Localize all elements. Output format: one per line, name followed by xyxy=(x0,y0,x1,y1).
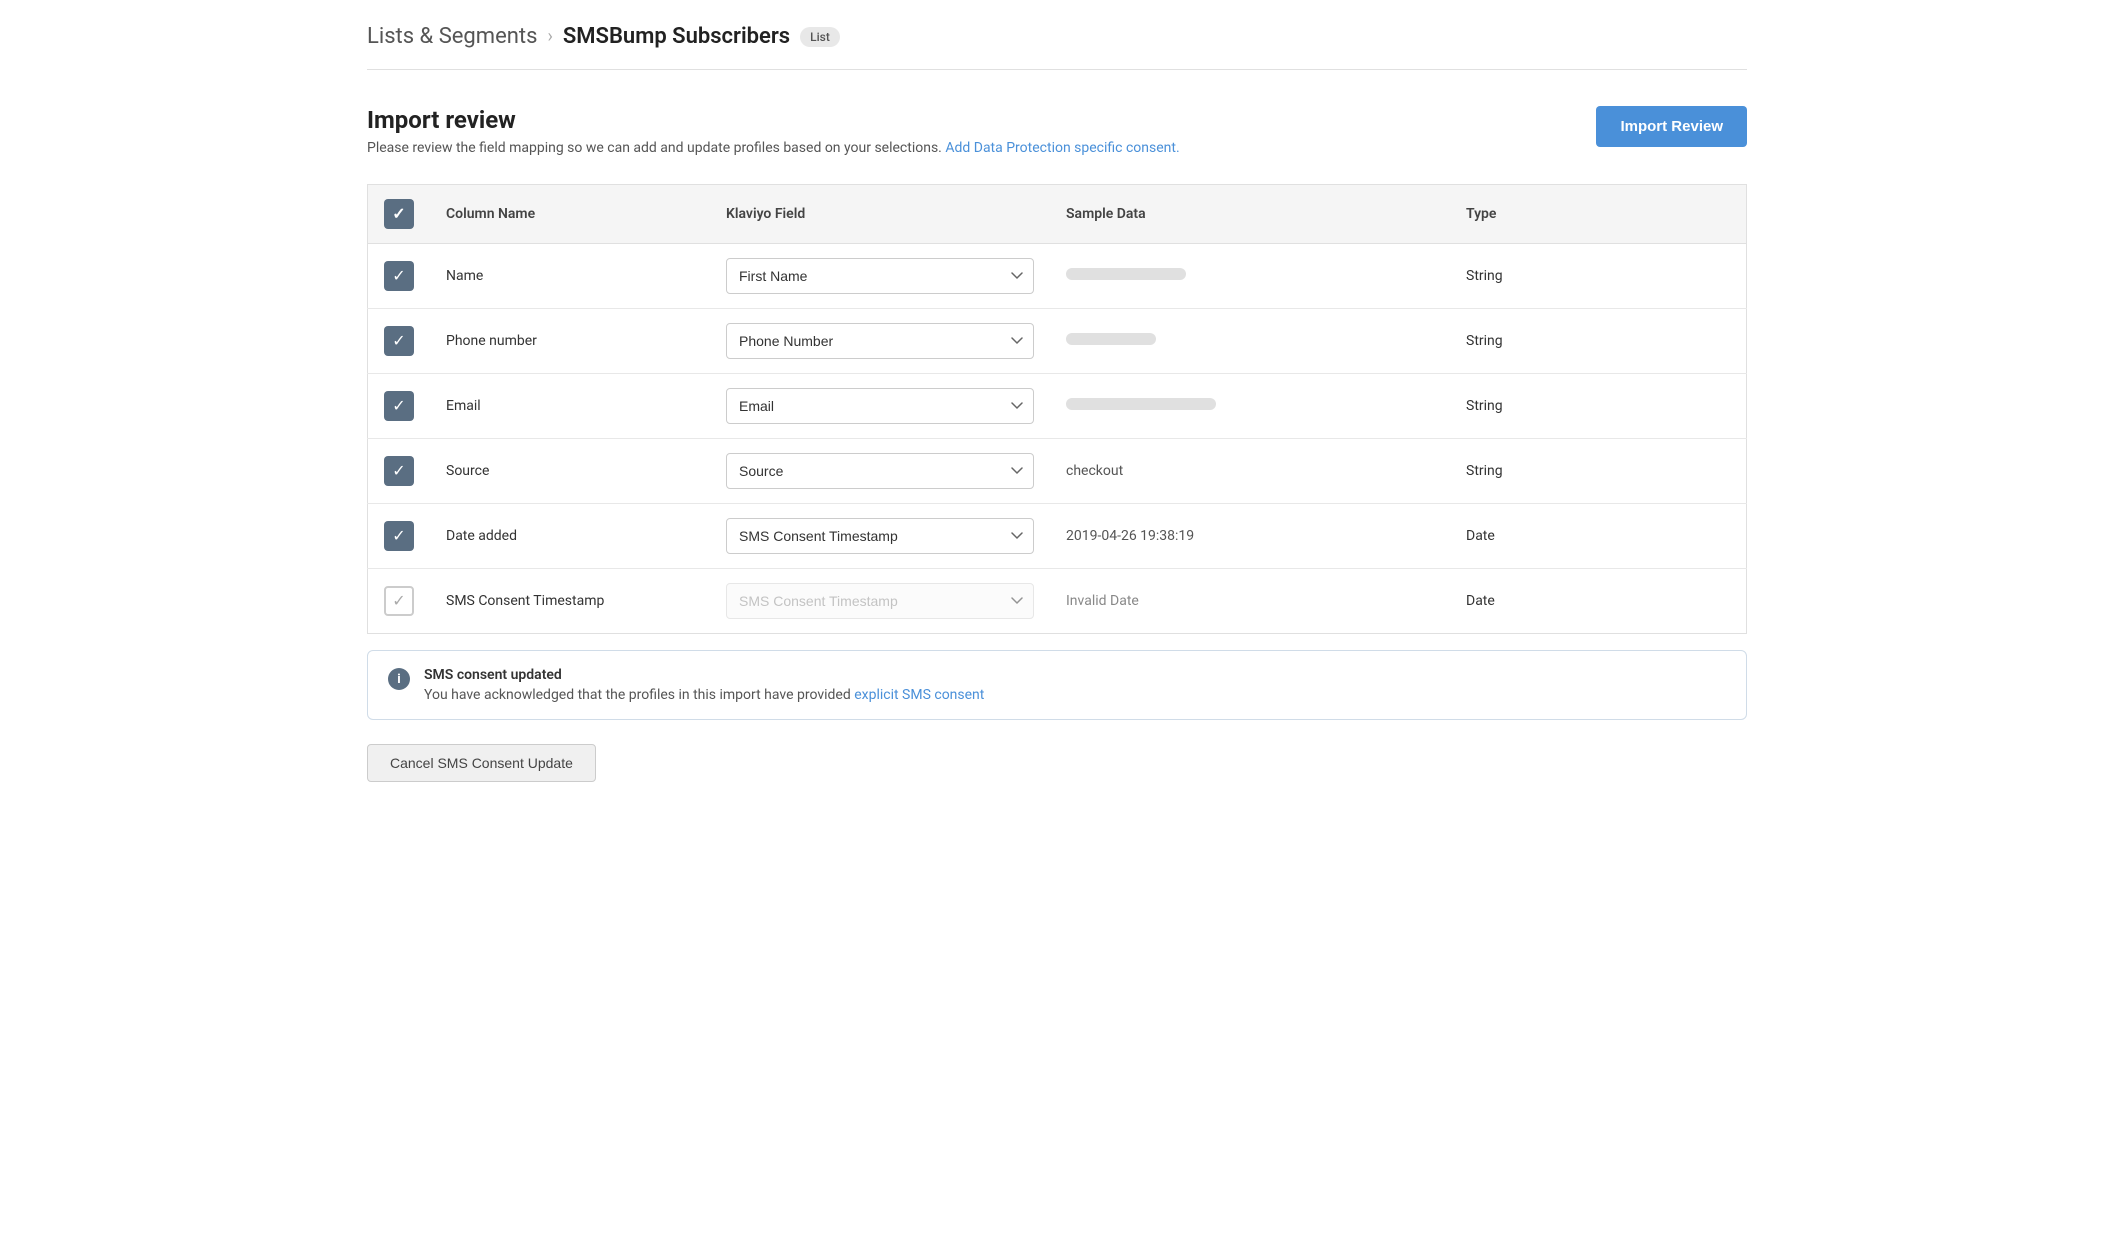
klaviyo-field-cell-0: First NameLast NameEmailPhone NumberSour… xyxy=(710,244,1050,309)
breadcrumb-separator: › xyxy=(547,26,552,47)
breadcrumb-current: SMSBump Subscribers xyxy=(563,24,790,49)
type-cell-5: Date xyxy=(1450,569,1747,634)
info-text: You have acknowledged that the profiles … xyxy=(424,687,984,703)
sample-data-cell-3: checkout xyxy=(1050,439,1450,504)
klaviyo-field-select-5[interactable]: First NameLast NameEmailPhone NumberSour… xyxy=(726,583,1034,619)
info-box: i SMS consent updated You have acknowled… xyxy=(367,650,1747,720)
row-checkbox-5[interactable]: ✓ xyxy=(384,586,414,616)
sample-text-4: 2019-04-26 19:38:19 xyxy=(1066,528,1194,544)
checkmark-1: ✓ xyxy=(392,333,405,349)
table-row: ✓ Name First NameLast NameEmailPhone Numbe… xyxy=(368,244,1747,309)
sample-data-cell-4: 2019-04-26 19:38:19 xyxy=(1050,504,1450,569)
cancel-sms-consent-button[interactable]: Cancel SMS Consent Update xyxy=(367,744,596,782)
row-checkbox-2[interactable]: ✓ xyxy=(384,391,414,421)
row-checkbox-cell-2: ✓ xyxy=(368,374,431,439)
klaviyo-field-cell-2: First NameLast NameEmailPhone NumberSour… xyxy=(710,374,1050,439)
row-checkbox-0[interactable]: ✓ xyxy=(384,261,414,291)
table-header-column-name: Column Name xyxy=(430,185,710,244)
column-name-cell-4: Date added xyxy=(430,504,710,569)
klaviyo-field-cell-4: First NameLast NameEmailPhone NumberSour… xyxy=(710,504,1050,569)
table-row: ✓ SMS Consent Timestamp First NameLast Nam… xyxy=(368,569,1747,634)
import-review-button[interactable]: Import Review xyxy=(1596,106,1747,147)
klaviyo-field-cell-5: First NameLast NameEmailPhone NumberSour… xyxy=(710,569,1050,634)
table-header-klaviyo-field: Klaviyo Field xyxy=(710,185,1050,244)
row-checkbox-cell-5: ✓ xyxy=(368,569,431,634)
breadcrumb: Lists & Segments › SMSBump Subscribers L… xyxy=(367,24,1747,70)
explicit-consent-link[interactable]: explicit SMS consent xyxy=(854,687,984,703)
checkmark-2: ✓ xyxy=(392,398,405,414)
sample-placeholder-1 xyxy=(1066,333,1156,345)
klaviyo-field-cell-1: First NameLast NameEmailPhone NumberSour… xyxy=(710,309,1050,374)
data-protection-link[interactable]: Add Data Protection specific consent. xyxy=(945,140,1179,156)
checkmark-4: ✓ xyxy=(392,528,405,544)
info-content: SMS consent updated You have acknowledge… xyxy=(424,667,984,703)
sample-data-cell-5: Invalid Date xyxy=(1050,569,1450,634)
table-row: ✓ Source First NameLast NameEmailPhone Num… xyxy=(368,439,1747,504)
sample-text-3: checkout xyxy=(1066,463,1123,479)
header-left: Import review Please review the field ma… xyxy=(367,106,1180,156)
table-header-check: ✓ xyxy=(368,185,431,244)
row-checkbox-cell-4: ✓ xyxy=(368,504,431,569)
sample-data-cell-2 xyxy=(1050,374,1450,439)
table-header-sample-data: Sample Data xyxy=(1050,185,1450,244)
checkmark-5: ✓ xyxy=(392,593,405,609)
header-checkmark: ✓ xyxy=(392,206,405,222)
type-cell-1: String xyxy=(1450,309,1747,374)
column-name-cell-1: Phone number xyxy=(430,309,710,374)
row-checkbox-cell-0: ✓ xyxy=(368,244,431,309)
breadcrumb-parent-link[interactable]: Lists & Segments xyxy=(367,24,537,49)
type-cell-3: String xyxy=(1450,439,1747,504)
column-name-cell-2: Email xyxy=(430,374,710,439)
table-header-type: Type xyxy=(1450,185,1747,244)
checkmark-0: ✓ xyxy=(392,268,405,284)
sample-data-cell-0 xyxy=(1050,244,1450,309)
breadcrumb-badge: List xyxy=(800,27,840,47)
header-checkbox[interactable]: ✓ xyxy=(384,199,414,229)
row-checkbox-cell-3: ✓ xyxy=(368,439,431,504)
table-row: ✓ Phone number First NameLast NameEmailPho… xyxy=(368,309,1747,374)
table-row: ✓ Email First NameLast NameEmailPhone Numb… xyxy=(368,374,1747,439)
mapping-table: ✓ Column Name Klaviyo Field Sample Data … xyxy=(367,184,1747,634)
sample-data-cell-1 xyxy=(1050,309,1450,374)
klaviyo-field-select-4[interactable]: First NameLast NameEmailPhone NumberSour… xyxy=(726,518,1034,554)
column-name-cell-0: Name xyxy=(430,244,710,309)
page-title: Import review xyxy=(367,106,1180,134)
header-description: Please review the field mapping so we ca… xyxy=(367,140,1180,156)
row-checkbox-3[interactable]: ✓ xyxy=(384,456,414,486)
klaviyo-field-select-1[interactable]: First NameLast NameEmailPhone NumberSour… xyxy=(726,323,1034,359)
table-header-row: ✓ Column Name Klaviyo Field Sample Data … xyxy=(368,185,1747,244)
sample-text-5: Invalid Date xyxy=(1066,593,1139,609)
header-section: Import review Please review the field ma… xyxy=(367,106,1747,156)
type-cell-4: Date xyxy=(1450,504,1747,569)
checkmark-3: ✓ xyxy=(392,463,405,479)
row-checkbox-4[interactable]: ✓ xyxy=(384,521,414,551)
row-checkbox-1[interactable]: ✓ xyxy=(384,326,414,356)
klaviyo-field-cell-3: First NameLast NameEmailPhone NumberSour… xyxy=(710,439,1050,504)
klaviyo-field-select-0[interactable]: First NameLast NameEmailPhone NumberSour… xyxy=(726,258,1034,294)
table-row: ✓ Date added First NameLast NameEmailPhone… xyxy=(368,504,1747,569)
klaviyo-field-select-3[interactable]: First NameLast NameEmailPhone NumberSour… xyxy=(726,453,1034,489)
type-cell-2: String xyxy=(1450,374,1747,439)
info-title: SMS consent updated xyxy=(424,667,984,683)
type-cell-0: String xyxy=(1450,244,1747,309)
sample-placeholder-0 xyxy=(1066,268,1186,280)
sample-placeholder-2 xyxy=(1066,398,1216,410)
column-name-cell-3: Source xyxy=(430,439,710,504)
column-name-cell-5: SMS Consent Timestamp xyxy=(430,569,710,634)
row-checkbox-cell-1: ✓ xyxy=(368,309,431,374)
info-icon: i xyxy=(388,668,410,690)
klaviyo-field-select-2[interactable]: First NameLast NameEmailPhone NumberSour… xyxy=(726,388,1034,424)
